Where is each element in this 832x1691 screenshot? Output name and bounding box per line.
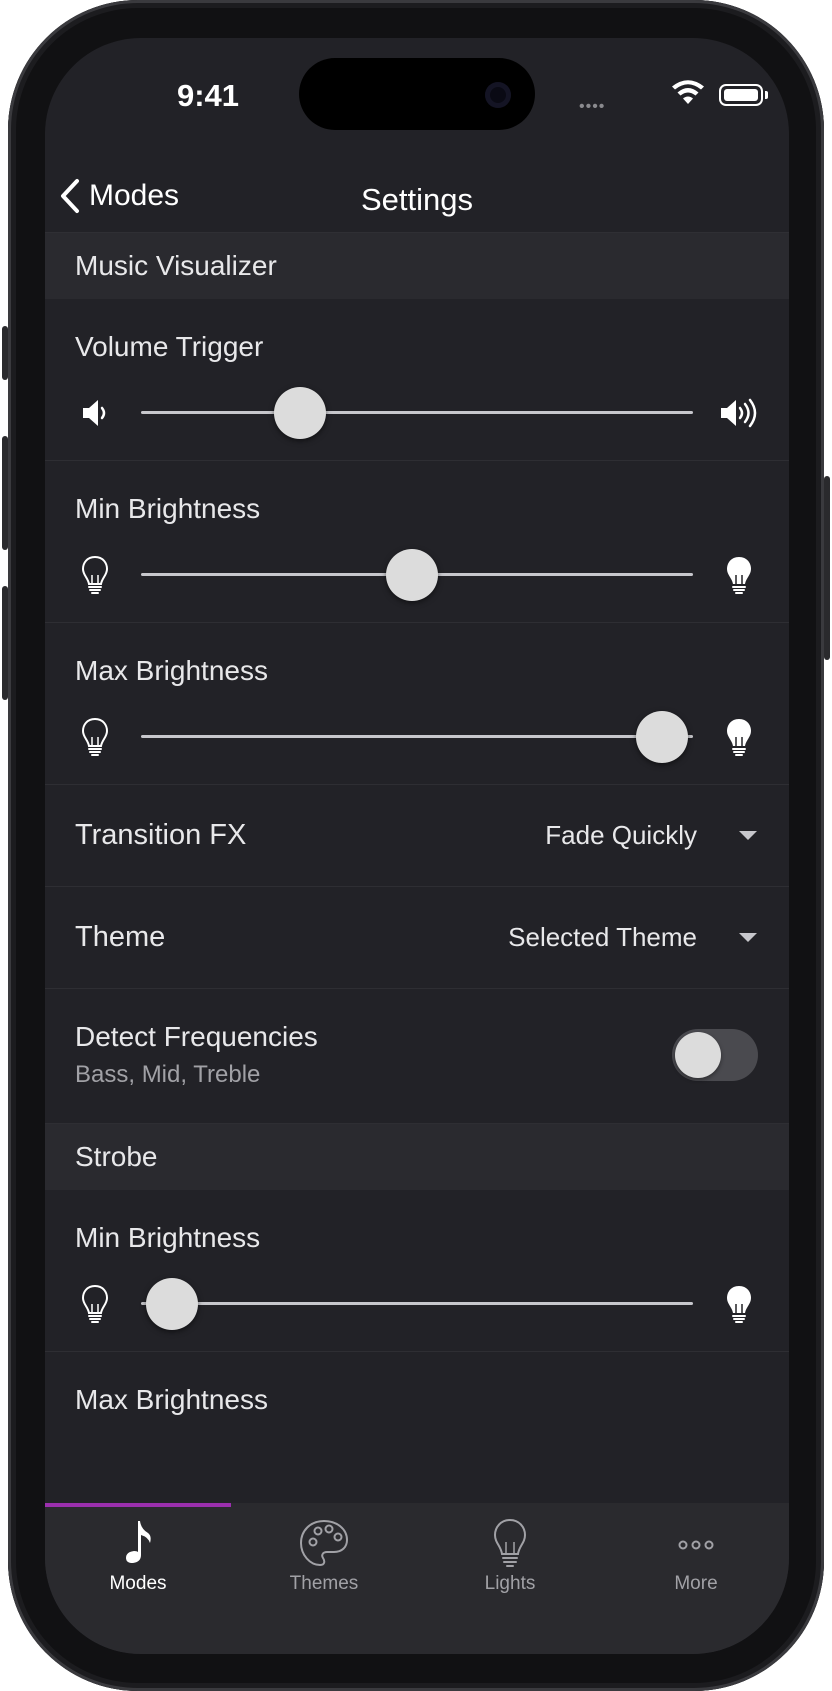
section-header-music-visualizer: Music Visualizer <box>45 233 789 299</box>
lightbulb-filled-icon <box>727 557 751 594</box>
lightbulb-outline-icon <box>81 717 109 756</box>
detect-frequencies-subtitle: Bass, Mid, Treble <box>75 1061 261 1088</box>
strobe-min-brightness-slider-thumb[interactable] <box>146 1278 199 1330</box>
more-icon <box>678 1540 714 1550</box>
signal-dots-icon: •••• <box>579 98 606 115</box>
strobe-min-brightness-slider-track[interactable] <box>141 1302 693 1305</box>
speaker-low-icon <box>83 400 106 426</box>
wifi-icon <box>672 80 704 104</box>
lightbulb-filled-icon <box>727 1286 751 1323</box>
dropdown-caret-icon[interactable] <box>739 933 757 942</box>
battery-tip <box>765 91 768 99</box>
min-brightness-row: Min Brightness <box>45 461 789 623</box>
lightbulb-icon <box>493 1518 527 1567</box>
battery-icon <box>719 84 763 106</box>
transition-fx-value[interactable]: Fade Quickly <box>545 820 697 851</box>
theme-picker[interactable]: Theme Selected Theme <box>45 887 789 989</box>
tab-label: More <box>674 1573 718 1594</box>
power-button <box>824 476 830 660</box>
theme-label: Theme <box>75 921 166 953</box>
section-title: Strobe <box>75 1141 158 1172</box>
volume-up-button <box>2 436 8 550</box>
min-brightness-slider-thumb[interactable] <box>385 549 438 601</box>
page-title: Settings <box>360 182 473 217</box>
volume-trigger-row: Volume Trigger <box>45 299 789 461</box>
max-brightness-slider-thumb[interactable] <box>635 711 688 763</box>
camera-icon <box>485 82 511 108</box>
volume-trigger-slider-thumb[interactable] <box>273 387 326 439</box>
status-time: 9:41 <box>176 78 240 113</box>
toggle-knob <box>675 1032 721 1078</box>
tab-modes[interactable]: Modes <box>45 1503 231 1613</box>
max-brightness-row: Max Brightness <box>45 623 789 785</box>
theme-value[interactable]: Selected Theme <box>508 922 697 953</box>
status-icons: •••• <box>579 80 769 115</box>
tab-more[interactable]: More <box>603 1503 789 1613</box>
palette-icon <box>299 1519 349 1567</box>
volume-trigger-label: Volume Trigger <box>75 331 264 362</box>
lightbulb-outline-icon <box>81 1284 109 1323</box>
strobe-max-brightness-label: Max Brightness <box>75 1384 268 1415</box>
navigation-bar: Modes Settings <box>45 158 789 232</box>
tab-label: Themes <box>289 1573 359 1594</box>
max-brightness-slider-track[interactable] <box>141 735 693 738</box>
music-note-icon <box>126 1521 151 1563</box>
min-brightness-label: Min Brightness <box>75 493 261 524</box>
tab-bar: Modes Themes Lights More <box>45 1503 789 1654</box>
action-button <box>2 326 8 380</box>
detect-frequencies-row: Detect Frequencies Bass, Mid, Treble <box>45 989 789 1124</box>
section-title: Music Visualizer <box>75 250 277 281</box>
strobe-min-brightness-label: Min Brightness <box>75 1222 261 1253</box>
strobe-max-brightness-row: Max Brightness <box>45 1352 789 1503</box>
speaker-high-icon <box>721 398 757 428</box>
tab-themes[interactable]: Themes <box>231 1503 417 1613</box>
volume-down-button <box>2 586 8 700</box>
detect-frequencies-toggle[interactable] <box>672 1029 758 1081</box>
lightbulb-filled-icon <box>727 719 751 756</box>
section-header-strobe: Strobe <box>45 1124 789 1190</box>
detect-frequencies-label: Detect Frequencies <box>75 1021 318 1052</box>
volume-trigger-slider-track[interactable] <box>141 411 693 414</box>
transition-fx-label: Transition FX <box>75 819 247 851</box>
tab-label: Lights <box>484 1573 536 1594</box>
tab-lights[interactable]: Lights <box>417 1503 603 1613</box>
dropdown-caret-icon[interactable] <box>739 831 757 840</box>
max-brightness-label: Max Brightness <box>75 655 268 686</box>
strobe-min-brightness-row: Min Brightness <box>45 1190 789 1352</box>
settings-list[interactable]: Music Visualizer Volume Trigger Min Brig… <box>45 233 789 1503</box>
lightbulb-outline-icon <box>81 555 109 594</box>
screen: 9:41 •••• Modes Settings Music Visualize… <box>45 38 789 1654</box>
transition-fx-picker[interactable]: Transition FX Fade Quickly <box>45 785 789 887</box>
tab-label: Modes <box>109 1573 167 1594</box>
